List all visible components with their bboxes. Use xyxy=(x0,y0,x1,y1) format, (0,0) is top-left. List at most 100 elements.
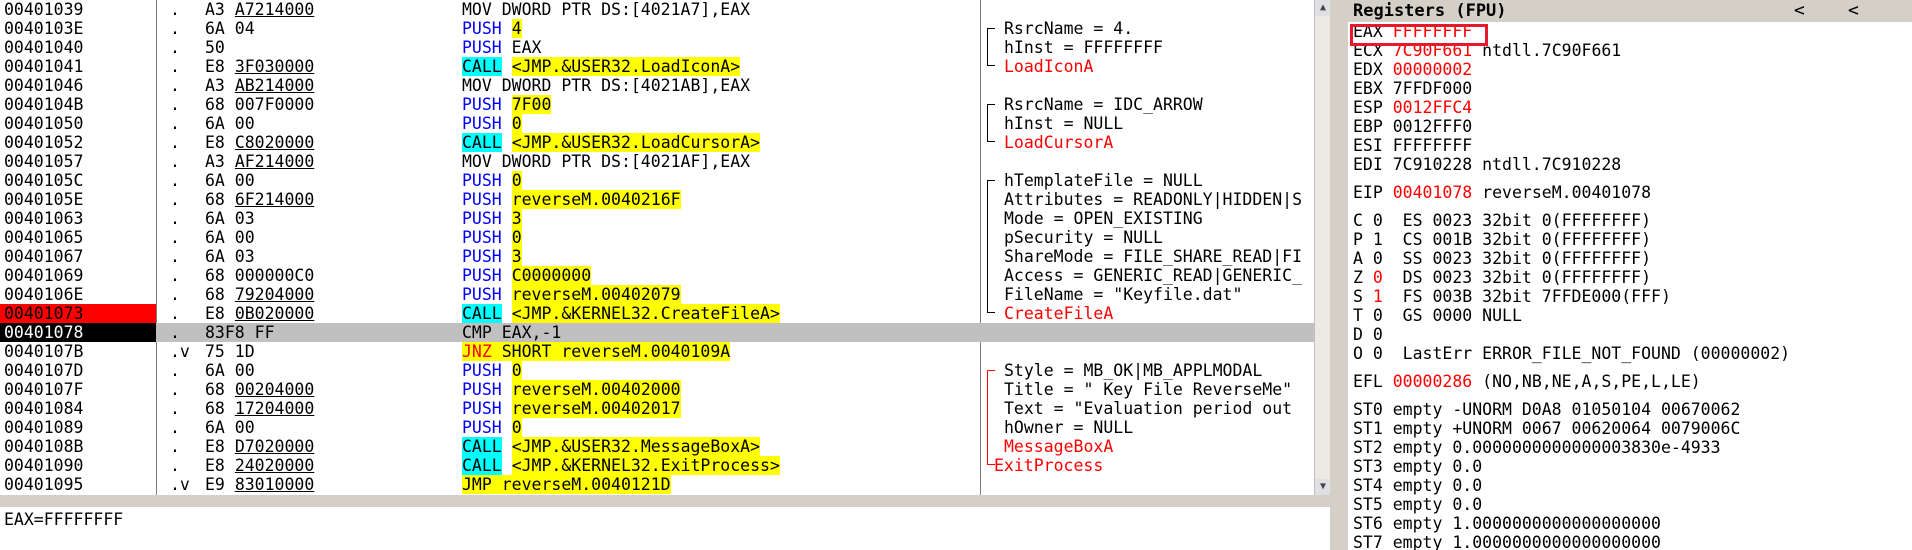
comment-cell[interactable] xyxy=(982,323,1330,342)
disasm-row[interactable]: 00401039. A3 A7214000 MOV DWORD PTR DS:[40… xyxy=(0,0,1330,19)
disasm-row[interactable]: 0040108B. E8 D7020000 CALL <JMP.&USER32.Me… xyxy=(0,437,1330,456)
hex-dump-cell[interactable]: 6A 00 xyxy=(205,418,455,437)
disassembly-cell[interactable]: PUSH reverseM.0040216F xyxy=(462,190,982,209)
address-cell[interactable]: 00401057 xyxy=(0,152,156,171)
address-cell[interactable]: 0040105C xyxy=(0,171,156,190)
address-cell[interactable]: 00401063 xyxy=(0,209,156,228)
disassembly-cell[interactable]: PUSH 4 xyxy=(462,19,982,38)
comment-cell[interactable]: Access = GENERIC_READ|GENERIC_ xyxy=(982,266,1330,285)
disasm-row[interactable]: 00401065. 6A 00 PUSH 0 pSecurity = NULL xyxy=(0,228,1330,247)
disasm-row[interactable]: 00401050. 6A 00 PUSH 0 hInst = NULL xyxy=(0,114,1330,133)
register-row[interactable]: EIP 00401078 reverseM.00401078 xyxy=(1353,183,1651,202)
disasm-row[interactable]: 0040107B .v 75 1D JNZ SHORT reverseM.004010… xyxy=(0,342,1330,361)
disassembly-cell[interactable]: CALL <JMP.&USER32.LoadIconA> xyxy=(462,57,982,76)
prev-chevron-icon[interactable]: < xyxy=(1794,0,1805,22)
scroll-up-icon[interactable]: ▲ xyxy=(1315,0,1330,16)
disasm-row[interactable]: 00401069. 68 000000C0 PUSH C0000000 Access … xyxy=(0,266,1330,285)
hex-dump-cell[interactable]: 83F8 FF xyxy=(205,323,455,342)
disassembly-cell[interactable]: CALL <JMP.&USER32.LoadCursorA> xyxy=(462,133,982,152)
hex-dump-cell[interactable]: 50 xyxy=(205,38,455,57)
register-row[interactable]: EDX 00000002 xyxy=(1353,60,1472,79)
register-row[interactable]: A 0 SS 0023 32bit 0(FFFFFFFF) xyxy=(1353,249,1651,268)
disassembly-cell[interactable]: PUSH EAX xyxy=(462,38,982,57)
disasm-row[interactable]: 0040107F. 68 00204000 PUSH reverseM.004020… xyxy=(0,380,1330,399)
address-cell[interactable]: 0040103E xyxy=(0,19,156,38)
comment-cell[interactable]: pSecurity = NULL xyxy=(982,228,1330,247)
disasm-row[interactable]: 00401090. E8 24020000 CALL <JMP.&KERNEL32.… xyxy=(0,456,1330,475)
disasm-row[interactable]: 00401073. E8 0B020000 CALL <JMP.&KERNEL32.… xyxy=(0,304,1330,323)
comment-cell[interactable]: hTemplateFile = NULL xyxy=(982,171,1330,190)
hex-dump-cell[interactable]: 68 007F0000 xyxy=(205,95,455,114)
disasm-row[interactable]: 00401067. 6A 03 PUSH 3 ShareMode = FILE_SHA… xyxy=(0,247,1330,266)
registers-pane[interactable]: Registers (FPU) < < EAX FFFFFFFF ECX 7C90… xyxy=(1348,0,1912,550)
address-cell[interactable]: 00401046 xyxy=(0,76,156,95)
address-cell[interactable]: 00401039 xyxy=(0,0,156,19)
comment-cell[interactable]: hInst = FFFFFFFF xyxy=(982,38,1330,57)
disasm-row[interactable]: 00401084. 68 17204000 PUSH reverseM.004020… xyxy=(0,399,1330,418)
register-row[interactable]: ST1 empty +UNORM 0067 00620064 0079006C xyxy=(1353,419,1740,438)
address-cell[interactable]: 00401073 xyxy=(0,304,156,323)
hex-dump-cell[interactable]: E9 83010000 xyxy=(205,475,455,494)
comment-cell[interactable]: RsrcName = IDC_ARROW xyxy=(982,95,1330,114)
address-cell[interactable]: 0040106E xyxy=(0,285,156,304)
address-cell[interactable]: 0040107B xyxy=(0,342,156,361)
hex-dump-cell[interactable]: 6A 03 xyxy=(205,247,455,266)
disassembly-cell[interactable]: PUSH 0 xyxy=(462,114,982,133)
comment-cell[interactable]: ShareMode = FILE_SHARE_READ|FI xyxy=(982,247,1330,266)
comment-cell[interactable]: LoadCursorA xyxy=(982,133,1330,152)
address-cell[interactable]: 00401078 xyxy=(0,323,156,342)
disassembly-cell[interactable]: PUSH 0 xyxy=(462,228,982,247)
disassembly-cell[interactable]: CMP EAX,-1 xyxy=(462,323,982,342)
hex-dump-cell[interactable]: E8 0B020000 xyxy=(205,304,455,323)
address-cell[interactable]: 00401090 xyxy=(0,456,156,475)
register-row[interactable]: D 0 xyxy=(1353,325,1383,344)
register-row[interactable]: ST6 empty 1.0000000000000000000 xyxy=(1353,514,1661,533)
register-row[interactable]: P 1 CS 001B 32bit 0(FFFFFFFF) xyxy=(1353,230,1651,249)
comment-cell[interactable] xyxy=(982,152,1330,171)
comment-cell[interactable]: Title = " Key File ReverseMe" xyxy=(982,380,1330,399)
vertical-scrollbar[interactable]: ▲ ▼ xyxy=(1314,0,1330,495)
hex-dump-cell[interactable]: 68 17204000 xyxy=(205,399,455,418)
comment-cell[interactable] xyxy=(982,475,1330,494)
register-row[interactable]: S 1 FS 003B 32bit 7FFDE000(FFF) xyxy=(1353,287,1671,306)
hex-dump-cell[interactable]: E8 3F030000 xyxy=(205,57,455,76)
register-row[interactable]: EDI 7C910228 ntdll.7C910228 xyxy=(1353,155,1621,174)
register-row[interactable]: EBX 7FFDF000 xyxy=(1353,79,1472,98)
disasm-row[interactable]: 00401089. 6A 00 PUSH 0 hOwner = NULL xyxy=(0,418,1330,437)
comment-cell[interactable]: hInst = NULL xyxy=(982,114,1330,133)
hex-dump-cell[interactable]: E8 24020000 xyxy=(205,456,455,475)
address-cell[interactable]: 0040108B xyxy=(0,437,156,456)
comment-cell[interactable]: Style = MB_OK|MB_APPLMODAL xyxy=(982,361,1330,380)
disassembly-cell[interactable]: MOV DWORD PTR DS:[4021A7],EAX xyxy=(462,0,982,19)
register-row[interactable]: O 0 LastErr ERROR_FILE_NOT_FOUND (000000… xyxy=(1353,344,1790,363)
hex-dump-cell[interactable]: A3 AF214000 xyxy=(205,152,455,171)
comment-cell[interactable]: Attributes = READONLY|HIDDEN|S xyxy=(982,190,1330,209)
disassembly-cell[interactable]: CALL <JMP.&USER32.MessageBoxA> xyxy=(462,437,982,456)
disasm-row[interactable]: 0040105C. 6A 00 PUSH 0 hTemplateFile = NULL xyxy=(0,171,1330,190)
disasm-row[interactable]: 0040105E. 68 6F214000 PUSH reverseM.004021… xyxy=(0,190,1330,209)
register-row[interactable]: ST2 empty 0.0000000000000003830e-4933 xyxy=(1353,438,1721,457)
disasm-row[interactable]: 0040107D. 6A 00 PUSH 0 Style = MB_OK|MB_APP… xyxy=(0,361,1330,380)
disassembly-cell[interactable]: JNZ SHORT reverseM.0040109A xyxy=(462,342,982,361)
disassembly-cell[interactable]: PUSH 0 xyxy=(462,418,982,437)
hex-dump-cell[interactable]: A3 AB214000 xyxy=(205,76,455,95)
comment-cell[interactable]: ExitProcess xyxy=(982,456,1330,475)
register-row[interactable]: ESI FFFFFFFF xyxy=(1353,136,1472,155)
comment-cell[interactable] xyxy=(982,0,1330,19)
disasm-row[interactable]: 0040106E. 68 79204000 PUSH reverseM.004020… xyxy=(0,285,1330,304)
comment-cell[interactable]: Text = "Evaluation period out xyxy=(982,399,1330,418)
address-cell[interactable]: 00401067 xyxy=(0,247,156,266)
disassembly-cell[interactable]: PUSH reverseM.00402017 xyxy=(462,399,982,418)
address-cell[interactable]: 00401095 xyxy=(0,475,156,494)
disasm-row[interactable]: 0040104B. 68 007F0000 PUSH 7F00 RsrcName = … xyxy=(0,95,1330,114)
disassembly-cell[interactable]: JMP reverseM.0040121D xyxy=(462,475,982,494)
comment-cell[interactable] xyxy=(982,76,1330,95)
comment-cell[interactable]: LoadIconA xyxy=(982,57,1330,76)
disassembly-cell[interactable]: PUSH reverseM.00402000 xyxy=(462,380,982,399)
address-cell[interactable]: 0040107F xyxy=(0,380,156,399)
disasm-row[interactable]: 00401040. 50 PUSH EAX hInst = FFFFFFFF xyxy=(0,38,1330,57)
register-row[interactable]: EBP 0012FFF0 xyxy=(1353,117,1472,136)
disasm-row[interactable]: 00401095 .v E9 83010000 JMP reverseM.004012… xyxy=(0,475,1330,494)
disasm-row[interactable]: 00401046. A3 AB214000 MOV DWORD PTR DS:[40… xyxy=(0,76,1330,95)
registers-header[interactable]: Registers (FPU) < < xyxy=(1348,0,1912,22)
